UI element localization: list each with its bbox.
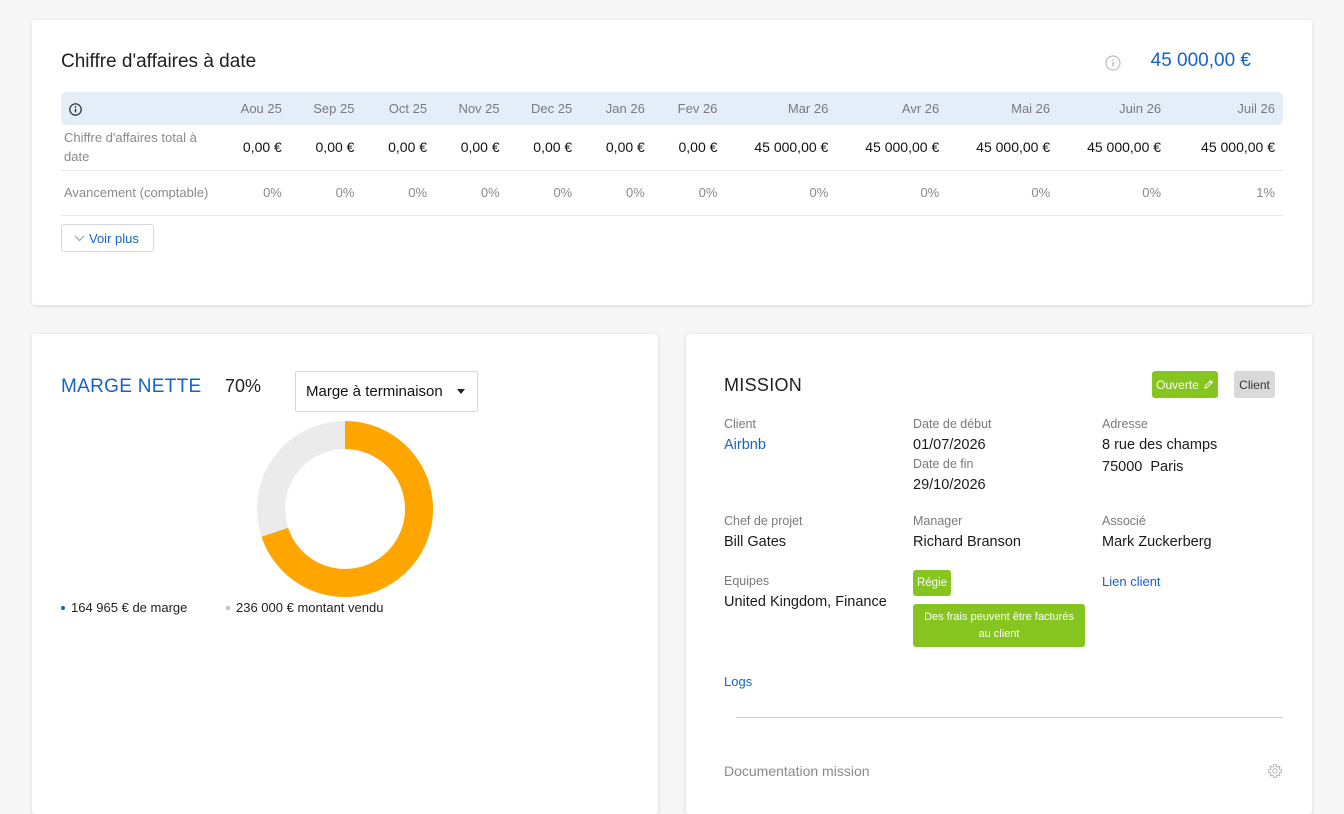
legend-margin: 164 965 € de marge [61, 600, 187, 615]
gear-icon[interactable] [1267, 763, 1283, 779]
info-icon[interactable] [1105, 55, 1121, 71]
margin-title: MARGE NETTE [61, 376, 202, 397]
table-cell: 0% [580, 170, 653, 216]
table-cell: 45 000,00 € [1169, 125, 1283, 171]
month-header: Mar 26 [787, 101, 829, 116]
address-line1: 8 rue des champs [1102, 437, 1218, 453]
revenue-total: 45 000,00 € [1150, 50, 1251, 71]
address-line2: 75000 Paris [1102, 459, 1184, 475]
table-cell: 0% [507, 170, 581, 216]
margin-type-select[interactable]: Marge à terminaison [295, 371, 478, 412]
project-manager-label: Chef de projet [724, 514, 803, 528]
start-date-label: Date de début [913, 417, 992, 431]
address-label: Adresse [1102, 417, 1148, 431]
month-header: Nov 25 [458, 101, 500, 116]
start-date-value: 01/07/2026 [913, 437, 986, 453]
voir-plus-label: Voir plus [89, 230, 139, 246]
table-cell: 0% [362, 170, 436, 216]
legend-dot [226, 605, 230, 610]
mission-title: MISSION [724, 375, 803, 395]
table-cell: 1% [1169, 170, 1283, 216]
manager-label: Manager [913, 514, 963, 528]
table-cell: 0,00 € [217, 125, 290, 171]
month-header: Sep 25 [313, 101, 355, 116]
table-row: Chiffre d'affaires total à date 0,00 € 0… [61, 125, 1283, 171]
month-header: Mai 26 [1011, 101, 1051, 116]
voir-plus-button[interactable]: Voir plus [61, 224, 154, 252]
chevron-down-icon [74, 235, 85, 242]
month-header: Aou 25 [240, 101, 282, 116]
margin-percent: 70% [225, 376, 262, 396]
revenue-card: Chiffre d'affaires à date 45 000,00 € Ao… [32, 20, 1312, 305]
table-cell: 0% [289, 170, 363, 216]
divider [736, 717, 1283, 718]
table-cell: 45 000,00 € [1058, 125, 1170, 171]
table-header-info [61, 92, 217, 125]
table-cell: 0% [652, 170, 726, 216]
table-cell: 0,00 € [580, 125, 653, 171]
table-cell: 45 000,00 € [947, 125, 1059, 171]
month-header: Juin 26 [1119, 101, 1162, 116]
table-cell: 0% [217, 170, 290, 216]
legend-sold: 236 000 € montant vendu [226, 600, 383, 615]
margin-donut-chart [257, 421, 433, 597]
month-header: Dec 25 [531, 101, 573, 116]
associate-label: Associé [1102, 514, 1146, 528]
client-label: Client [724, 417, 756, 431]
end-date-value: 29/10/2026 [913, 477, 986, 493]
table-cell: 45 000,00 € [725, 125, 837, 171]
margin-card: MARGE NETTE 70% Marge à terminaison 164 … [32, 334, 658, 814]
table-cell: 0,00 € [507, 125, 581, 171]
row-label: Chiffre d'affaires total à date [61, 125, 218, 171]
month-header: Avr 26 [901, 101, 940, 116]
month-header: Jan 26 [605, 101, 645, 116]
table-cell: 0% [1058, 170, 1170, 216]
table-cell: 0,00 € [362, 125, 436, 171]
client-link-button[interactable]: Lien client [1102, 574, 1161, 589]
caret-down-icon [457, 389, 465, 394]
end-date-label: Date de fin [913, 457, 974, 471]
project-manager-value: Bill Gates [724, 534, 787, 550]
teams-value: United Kingdom, Finance [724, 594, 887, 610]
manager-value: Richard Branson [913, 534, 1021, 550]
month-header: Fev 26 [677, 101, 718, 116]
table-row: Avancement (comptable) 0% 0% 0% 0% 0% 0%… [61, 170, 1283, 216]
logs-link[interactable]: Logs [724, 674, 752, 689]
legend-dot [61, 605, 65, 610]
type-badge: Client [1234, 371, 1275, 398]
table-cell: 0% [947, 170, 1059, 216]
info-icon[interactable] [69, 103, 82, 116]
fees-badge: Des frais peuvent être facturés au clien… [913, 604, 1085, 647]
associate-value: Mark Zuckerberg [1102, 534, 1212, 550]
month-header: Juil 26 [1237, 101, 1275, 116]
table-cell: 0,00 € [289, 125, 363, 171]
month-header: Oct 25 [388, 101, 428, 116]
table-cell: 45 000,00 € [836, 125, 948, 171]
row-label: Avancement (comptable) [61, 170, 218, 216]
margin-type-selected: Marge à terminaison [306, 383, 443, 400]
status-badge[interactable]: Ouverte [1152, 371, 1218, 398]
mission-card: MISSION Ouverte Client Client Airbnb Che… [686, 334, 1312, 814]
teams-label: Equipes [724, 574, 770, 588]
legend-margin-label: 164 965 € de marge [71, 600, 188, 615]
client-link[interactable]: Airbnb [724, 437, 766, 453]
table-header-row: Aou 25 Sep 25 Oct 25 Nov 25 Dec 25 Jan 2… [61, 92, 1283, 125]
pencil-icon [1204, 380, 1213, 389]
regie-badge: Régie [913, 570, 951, 596]
table-cell: 0% [725, 170, 837, 216]
revenue-title: Chiffre d'affaires à date [61, 51, 257, 72]
table-cell: 0% [435, 170, 508, 216]
table-cell: 0,00 € [652, 125, 726, 171]
table-cell: 0,00 € [435, 125, 508, 171]
legend-sold-label: 236 000 € montant vendu [236, 600, 384, 615]
revenue-table: Aou 25 Sep 25 Oct 25 Nov 25 Dec 25 Jan 2… [61, 92, 1283, 216]
documentation-label: Documentation mission [724, 763, 870, 779]
status-badge-label: Ouverte [1156, 377, 1199, 392]
table-cell: 0% [836, 170, 948, 216]
